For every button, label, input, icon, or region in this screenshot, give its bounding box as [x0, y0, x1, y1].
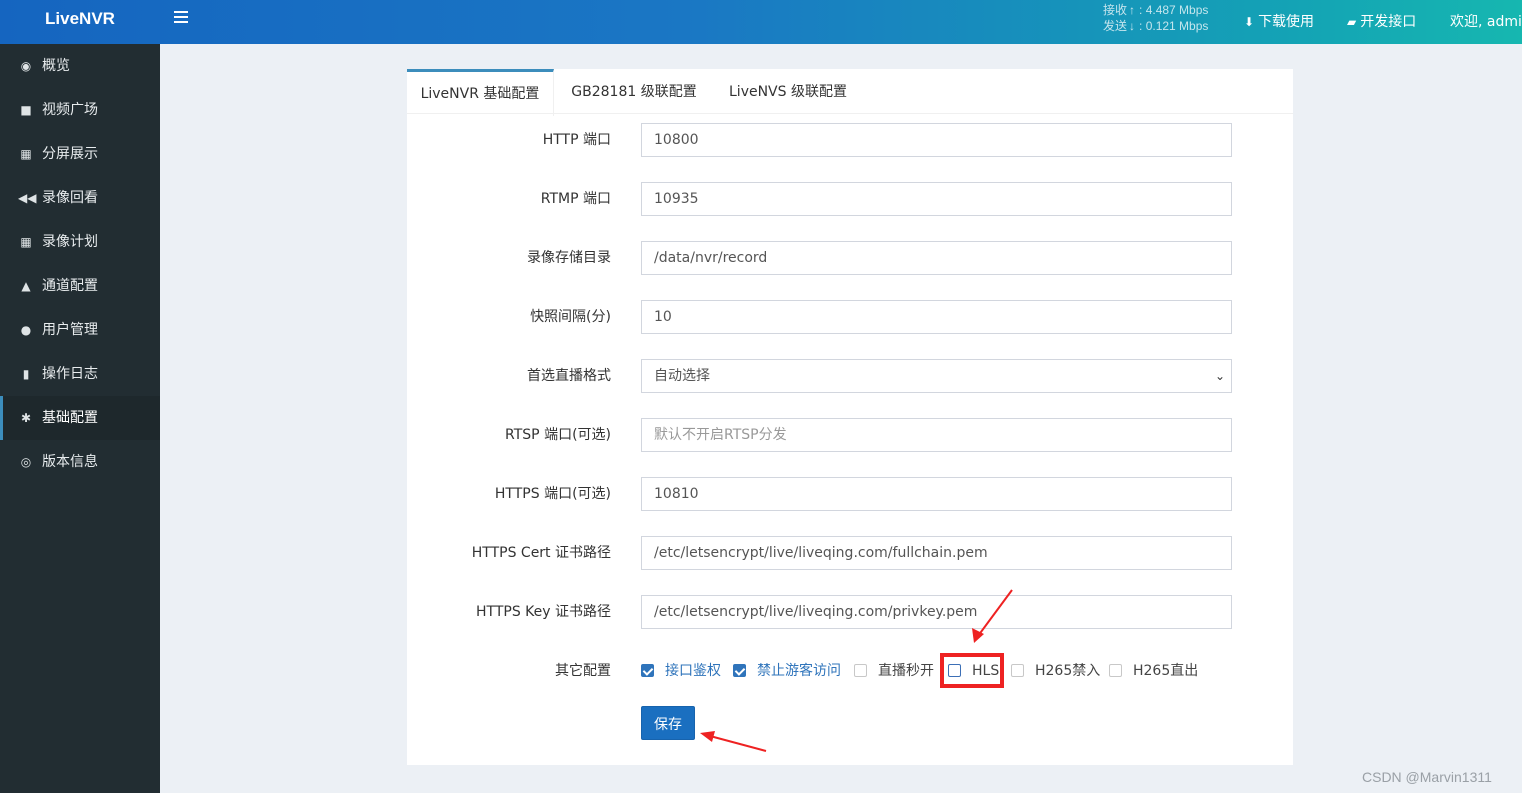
hls-highlight-box	[940, 653, 1004, 688]
checkbox-empty-icon	[1109, 664, 1122, 677]
arrow-up-icon: ↑	[1129, 3, 1136, 17]
form-row-record-dir: 录像存储目录 /data/nvr/record	[407, 241, 1293, 275]
sidebar-item-label: 视频广场	[42, 102, 98, 118]
form-row-snapshot-interval: 快照间隔(分) 10	[407, 300, 1293, 334]
live-format-select[interactable]: 自动选择 ⌄	[641, 359, 1232, 393]
tx-label: 发送	[1103, 19, 1128, 33]
sidebar-item-label: 通道配置	[42, 278, 98, 294]
road-icon: ▲	[21, 279, 31, 293]
download-icon: ⬇	[1244, 15, 1255, 29]
file-icon: ▮	[22, 367, 30, 381]
form-row-live-format: 首选直播格式 自动选择 ⌄	[407, 359, 1293, 393]
live-format-value: 自动选择	[654, 368, 710, 384]
sidebar-item-label: 概览	[42, 58, 70, 74]
watermark: CSDN @Marvin1311	[1362, 769, 1492, 785]
sidebar-item-channels[interactable]: ▲ 通道配置	[0, 264, 160, 308]
menu-toggle-icon[interactable]	[174, 11, 188, 25]
api-label: 开发接口	[1360, 14, 1417, 30]
form-row-https-port: HTTPS 端口(可选) 10810	[407, 477, 1293, 511]
record-dir-input[interactable]: /data/nvr/record	[641, 241, 1232, 275]
other-config-label: 其它配置	[555, 663, 611, 679]
https-key-input[interactable]: /etc/letsencrypt/live/liveqing.com/privk…	[641, 595, 1232, 629]
rx-label: 接收	[1103, 3, 1128, 17]
sidebar-item-record-plan[interactable]: ▦ 录像计划	[0, 220, 160, 264]
http-port-input[interactable]: 10800	[641, 123, 1232, 157]
checkbox-label: 接口鉴权	[665, 663, 721, 679]
users-icon: ●	[20, 323, 32, 337]
lifebuoy-icon: ◎	[20, 455, 32, 469]
sidebar-item-video-square[interactable]: ■ 视频广场	[0, 88, 160, 132]
checkbox-label: 直播秒开	[878, 663, 934, 679]
live-format-label: 首选直播格式	[527, 368, 611, 384]
checkbox-empty-icon	[854, 664, 867, 677]
sidebar-item-overview[interactable]: ◉ 概览	[0, 44, 160, 88]
tab-bar: LiveNVR 基础配置 GB28181 级联配置 LiveNVS 级联配置	[407, 69, 1293, 116]
tx-value: 0.121 Mbps	[1145, 19, 1209, 33]
download-link[interactable]: ⬇ 下载使用	[1244, 11, 1314, 31]
sidebar-item-label: 基础配置	[42, 410, 98, 426]
checkbox-label: H265直出	[1133, 663, 1199, 679]
https-port-input[interactable]: 10810	[641, 477, 1232, 511]
checkbox-label: H265禁入	[1035, 663, 1101, 679]
form-row-rtmp-port: RTMP 端口 10935	[407, 182, 1293, 216]
sidebar-item-label: 版本信息	[42, 454, 98, 470]
chevron-down-icon: ⌄	[1214, 369, 1225, 383]
sidebar-item-logs[interactable]: ▮ 操作日志	[0, 352, 160, 396]
backward-icon: ◀◀	[18, 191, 37, 205]
calendar-icon: ▦	[20, 235, 32, 249]
form-row-http-port: HTTP 端口 10800	[407, 123, 1293, 157]
save-button[interactable]: 保存	[641, 706, 695, 740]
tab-livenvr-basic[interactable]: LiveNVR 基础配置	[407, 69, 554, 116]
https-cert-input[interactable]: /etc/letsencrypt/live/liveqing.com/fullc…	[641, 536, 1232, 570]
rtsp-port-input[interactable]: 默认不开启RTSP分发	[641, 418, 1232, 452]
sidebar-item-label: 录像回看	[42, 190, 98, 206]
book-icon: ▰	[1347, 15, 1357, 29]
sidebar-item-label: 用户管理	[42, 322, 98, 338]
rtmp-port-input[interactable]: 10935	[641, 182, 1232, 216]
download-label: 下载使用	[1258, 14, 1315, 30]
gears-icon: ✱	[20, 411, 32, 425]
checkbox-checked-icon	[733, 664, 746, 677]
grid-icon: ▦	[20, 147, 32, 161]
sidebar-item-users[interactable]: ● 用户管理	[0, 308, 160, 352]
https-port-label: HTTPS 端口(可选)	[494, 486, 611, 502]
arrow-down-icon: ↓	[1129, 19, 1136, 33]
video-camera-icon: ■	[20, 103, 32, 117]
dashboard-icon: ◉	[20, 59, 32, 73]
checkbox-label: 禁止游客访问	[757, 663, 841, 679]
checkbox-checked-icon	[641, 664, 654, 677]
form-row-https-key: HTTPS Key 证书路径 /etc/letsencrypt/live/liv…	[407, 595, 1293, 629]
rtsp-port-label: RTSP 端口(可选)	[505, 427, 611, 443]
user-menu[interactable]: 欢迎, admin	[1450, 11, 1522, 31]
checkbox-empty-icon	[1011, 664, 1024, 677]
https-cert-label: HTTPS Cert 证书路径	[471, 545, 611, 561]
snapshot-interval-input[interactable]: 10	[641, 300, 1232, 334]
sidebar-item-playback[interactable]: ◀◀ 录像回看	[0, 176, 160, 220]
config-card: LiveNVR 基础配置 GB28181 级联配置 LiveNVS 级联配置 H…	[407, 69, 1293, 765]
sidebar-item-version[interactable]: ◎ 版本信息	[0, 440, 160, 484]
tab-gb28181[interactable]: GB28181 级联配置	[561, 69, 707, 113]
sidebar-item-split-screen[interactable]: ▦ 分屏展示	[0, 132, 160, 176]
sidebar-item-basic-config[interactable]: ✱ 基础配置	[0, 396, 160, 440]
form-row-https-cert: HTTPS Cert 证书路径 /etc/letsencrypt/live/li…	[407, 536, 1293, 570]
tab-livenvs[interactable]: LiveNVS 级联配置	[715, 69, 861, 113]
sidebar-item-label: 操作日志	[42, 366, 98, 382]
rtmp-port-label: RTMP 端口	[540, 191, 611, 207]
bandwidth-readout: 接收 ↑: 4.487 Mbps 发送 ↓: 0.121 Mbps	[1103, 3, 1209, 33]
snapshot-interval-label: 快照间隔(分)	[530, 309, 611, 325]
http-port-label: HTTP 端口	[542, 132, 611, 148]
api-link[interactable]: ▰ 开发接口	[1347, 11, 1416, 31]
sidebar: ◉ 概览 ■ 视频广场 ▦ 分屏展示 ◀◀ 录像回看 ▦ 录像计划 ▲ 通道配置 ● 用户管理…	[0, 44, 160, 793]
form-row-rtsp-port: RTSP 端口(可选) 默认不开启RTSP分发	[407, 418, 1293, 452]
rx-value: 4.487 Mbps	[1145, 3, 1209, 17]
https-key-label: HTTPS Key 证书路径	[476, 604, 611, 620]
top-header: LiveNVR 接收 ↑: 4.487 Mbps 发送 ↓: 0.121 Mbps …	[0, 0, 1522, 44]
sidebar-item-label: 录像计划	[42, 234, 98, 250]
record-dir-label: 录像存储目录	[527, 250, 611, 266]
form-row-other-config: 其它配置 接口鉴权 禁止游客访问 直播秒开 HLS H265禁入 H265直出	[407, 654, 1293, 688]
sidebar-item-label: 分屏展示	[42, 146, 98, 162]
app-logo[interactable]: LiveNVR	[0, 0, 160, 44]
